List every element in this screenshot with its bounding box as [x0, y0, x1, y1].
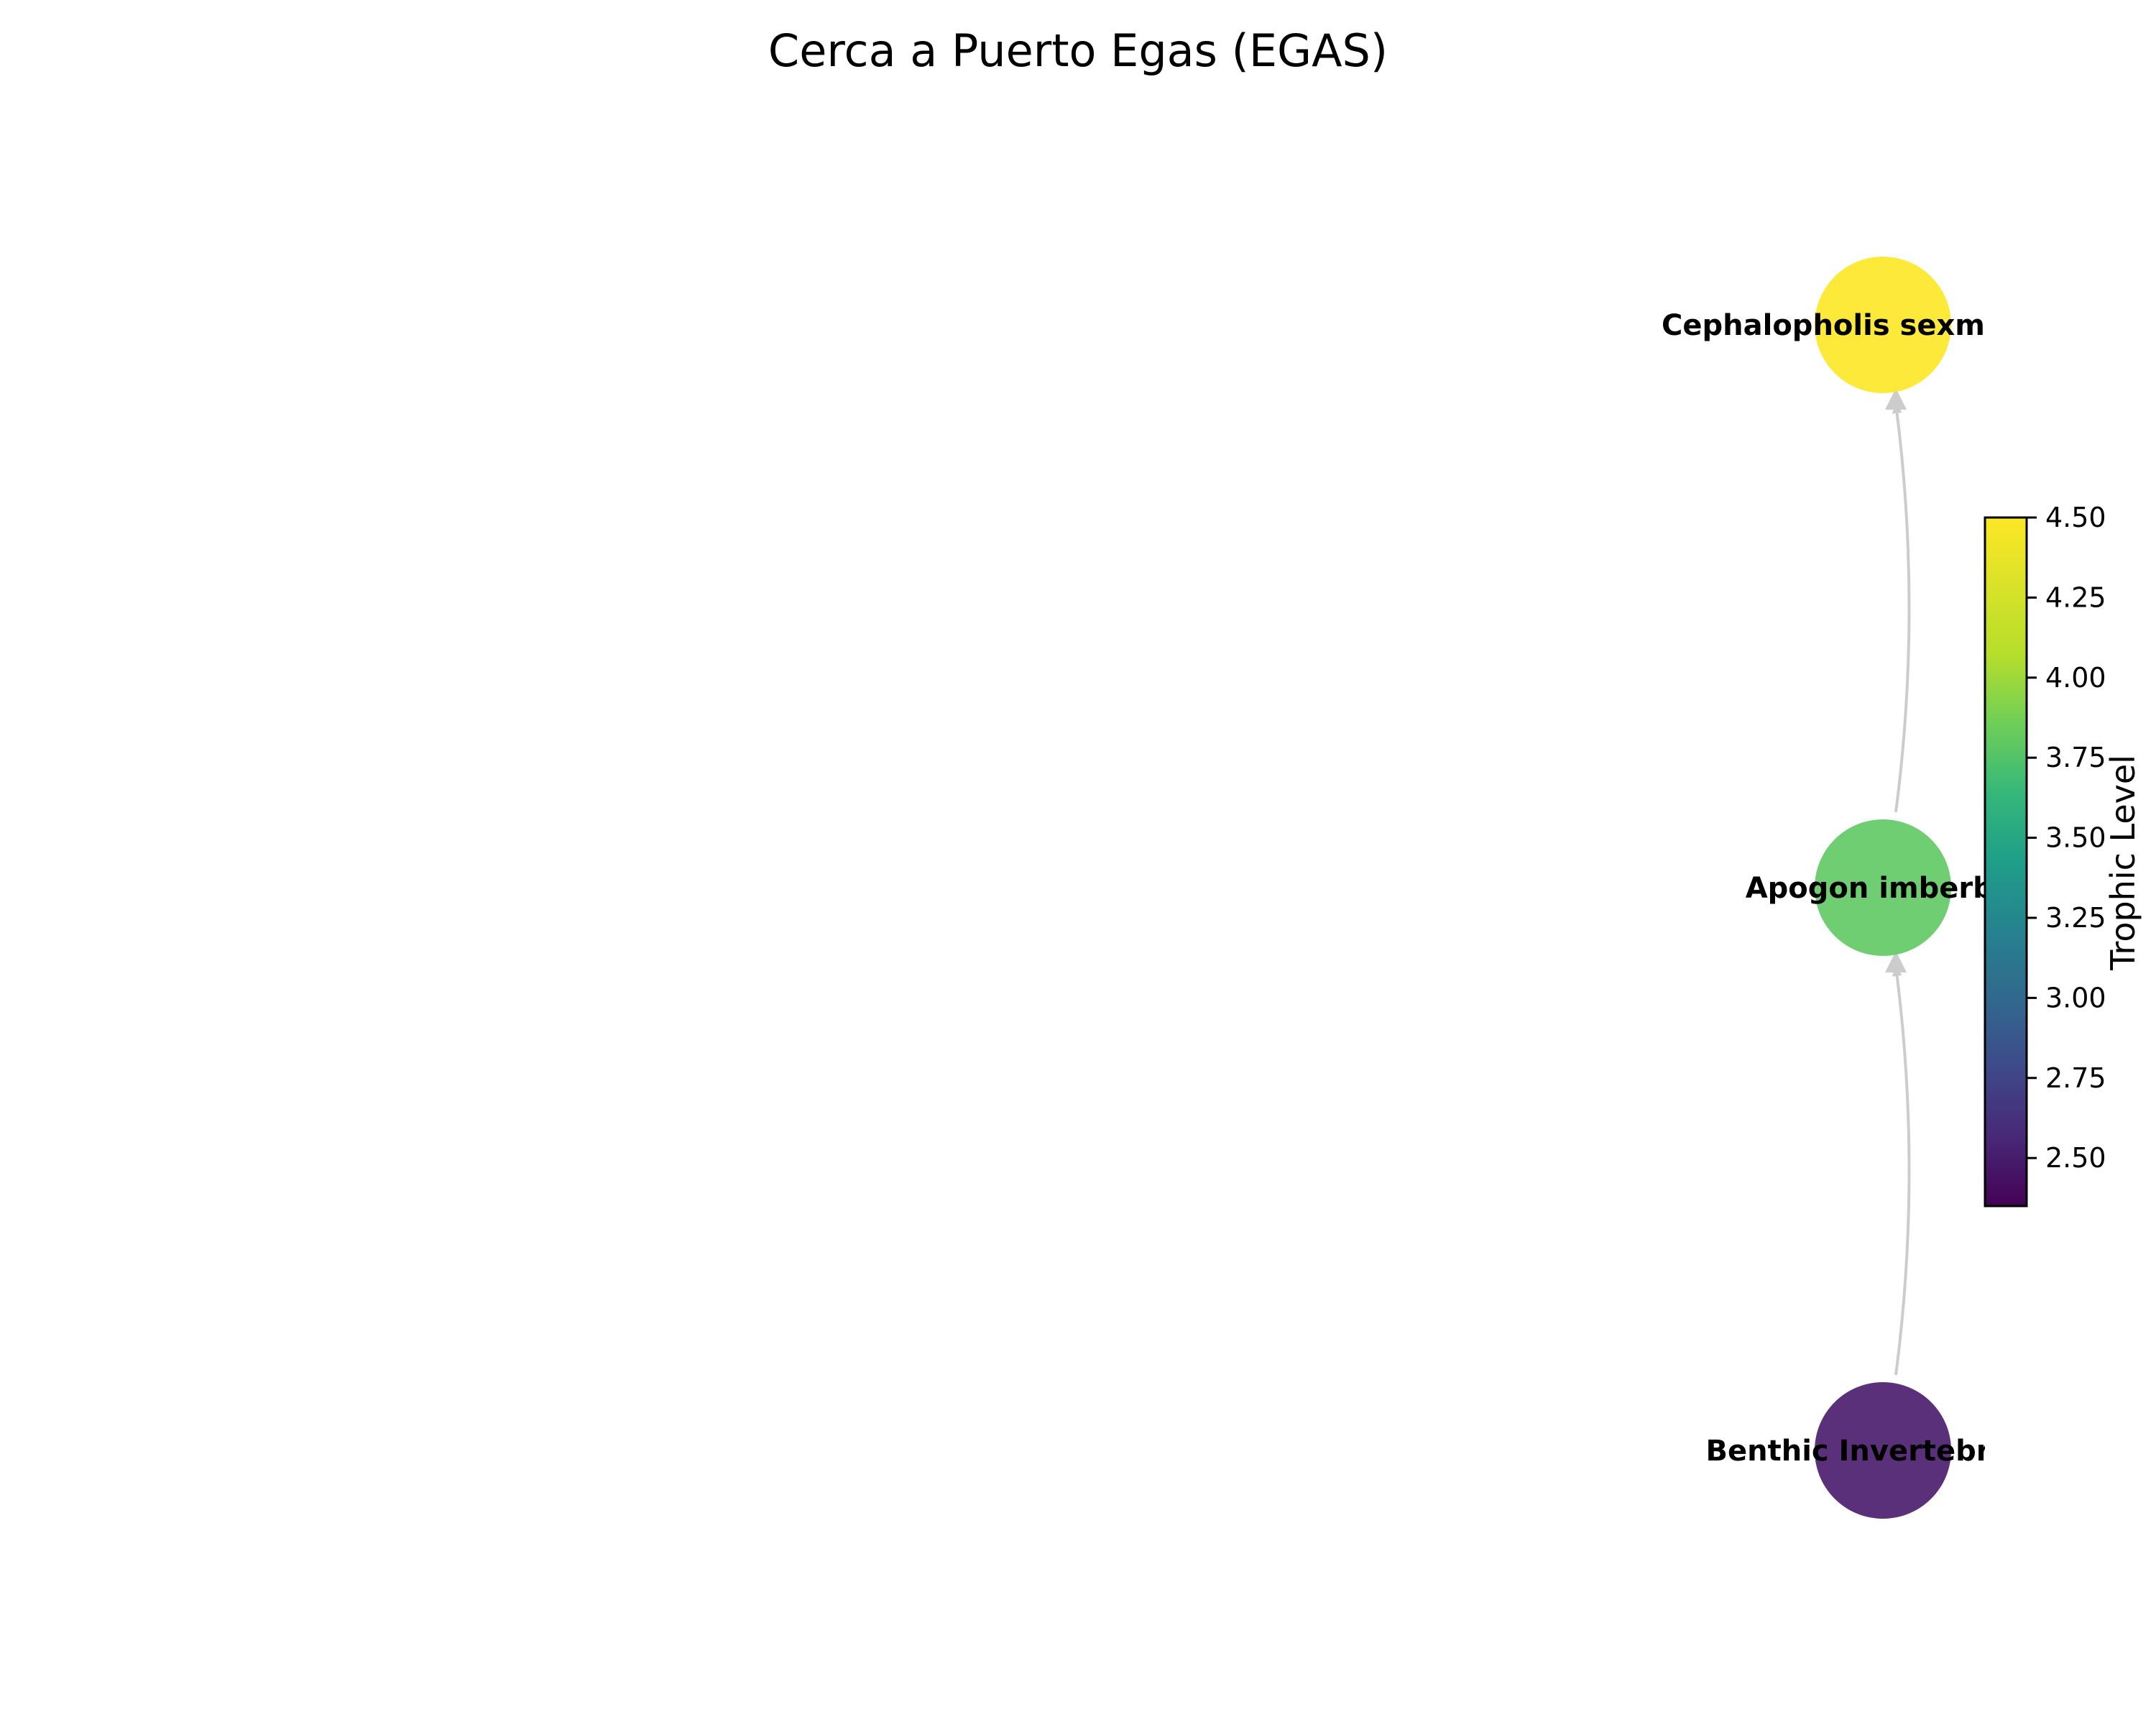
diagram-title: Cerca a Puerto Egas (EGAS): [768, 24, 1388, 77]
node-benthic: Benthic Invertebrates: [1706, 1382, 2060, 1519]
colorbar-tick-label: 4.25: [2045, 581, 2106, 613]
colorbar-tick-label: 3.50: [2045, 822, 2106, 854]
edge-apogon-to-cephalopholis: [1892, 403, 1911, 813]
node-label-benthic: Benthic Invertebrates: [1706, 1435, 2060, 1468]
nodes-layer: Cephalopholis sexmaculata Apogon imberbis…: [1662, 257, 2104, 1519]
colorbar-ticks: 2.50 2.75 3.00 3.25 3.50 3.75 4.00 4.25 4.50: [2027, 502, 2106, 1174]
colorbar-tick-label: 2.75: [2045, 1062, 2106, 1094]
colorbar-tick-label: 3.00: [2045, 982, 2106, 1013]
colorbar-tick-label: 2.50: [2045, 1142, 2106, 1174]
colorbar-tick-label: 4.50: [2045, 502, 2106, 533]
edge-benthic-to-apogon: [1892, 966, 1911, 1376]
food-web-diagram: Cerca a Puerto Egas (EGAS) Cephalopholis…: [768, 24, 2142, 1519]
node-label-apogon: Apogon imberbis: [1746, 872, 2021, 905]
colorbar-label: Trophic Level: [2104, 755, 2142, 971]
colorbar-tick-label: 3.75: [2045, 742, 2106, 773]
colorbar-tick-label: 3.25: [2045, 902, 2106, 934]
node-apogon: Apogon imberbis: [1746, 819, 2021, 956]
node-cephalopholis: Cephalopholis sexmaculata: [1662, 257, 2104, 393]
node-label-cephalopholis: Cephalopholis sexmaculata: [1662, 309, 2104, 342]
colorbar-gradient: [1984, 516, 2028, 1208]
colorbar: 2.50 2.75 3.00 3.25 3.50 3.75 4.00 4.25 4.50 Tro…: [1984, 502, 2142, 1208]
colorbar-tick-label: 4.00: [2045, 662, 2106, 694]
